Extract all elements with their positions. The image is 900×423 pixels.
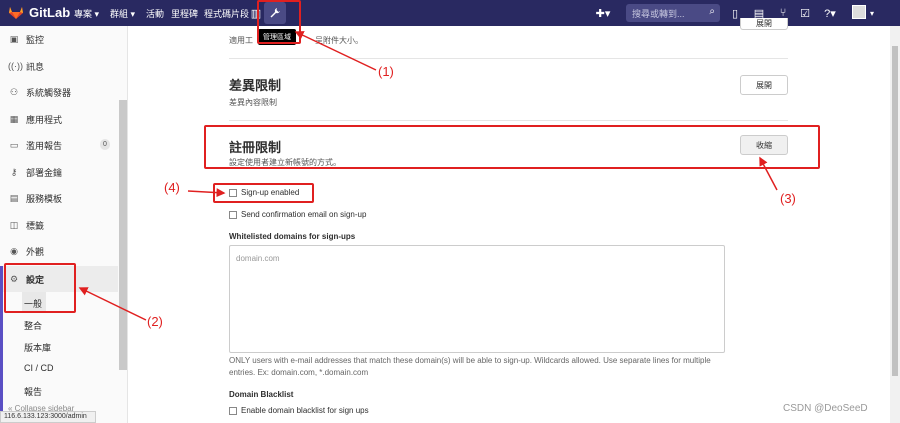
annotation-label-1: (1)	[378, 64, 394, 79]
annotation-label-3: (3)	[780, 191, 796, 206]
annotation-arrows	[78, 31, 778, 321]
watermark: CSDN @DeoSeeD	[783, 403, 868, 414]
annotation-label-2: (2)	[147, 314, 163, 329]
annotation-label-4: (4)	[164, 180, 180, 195]
